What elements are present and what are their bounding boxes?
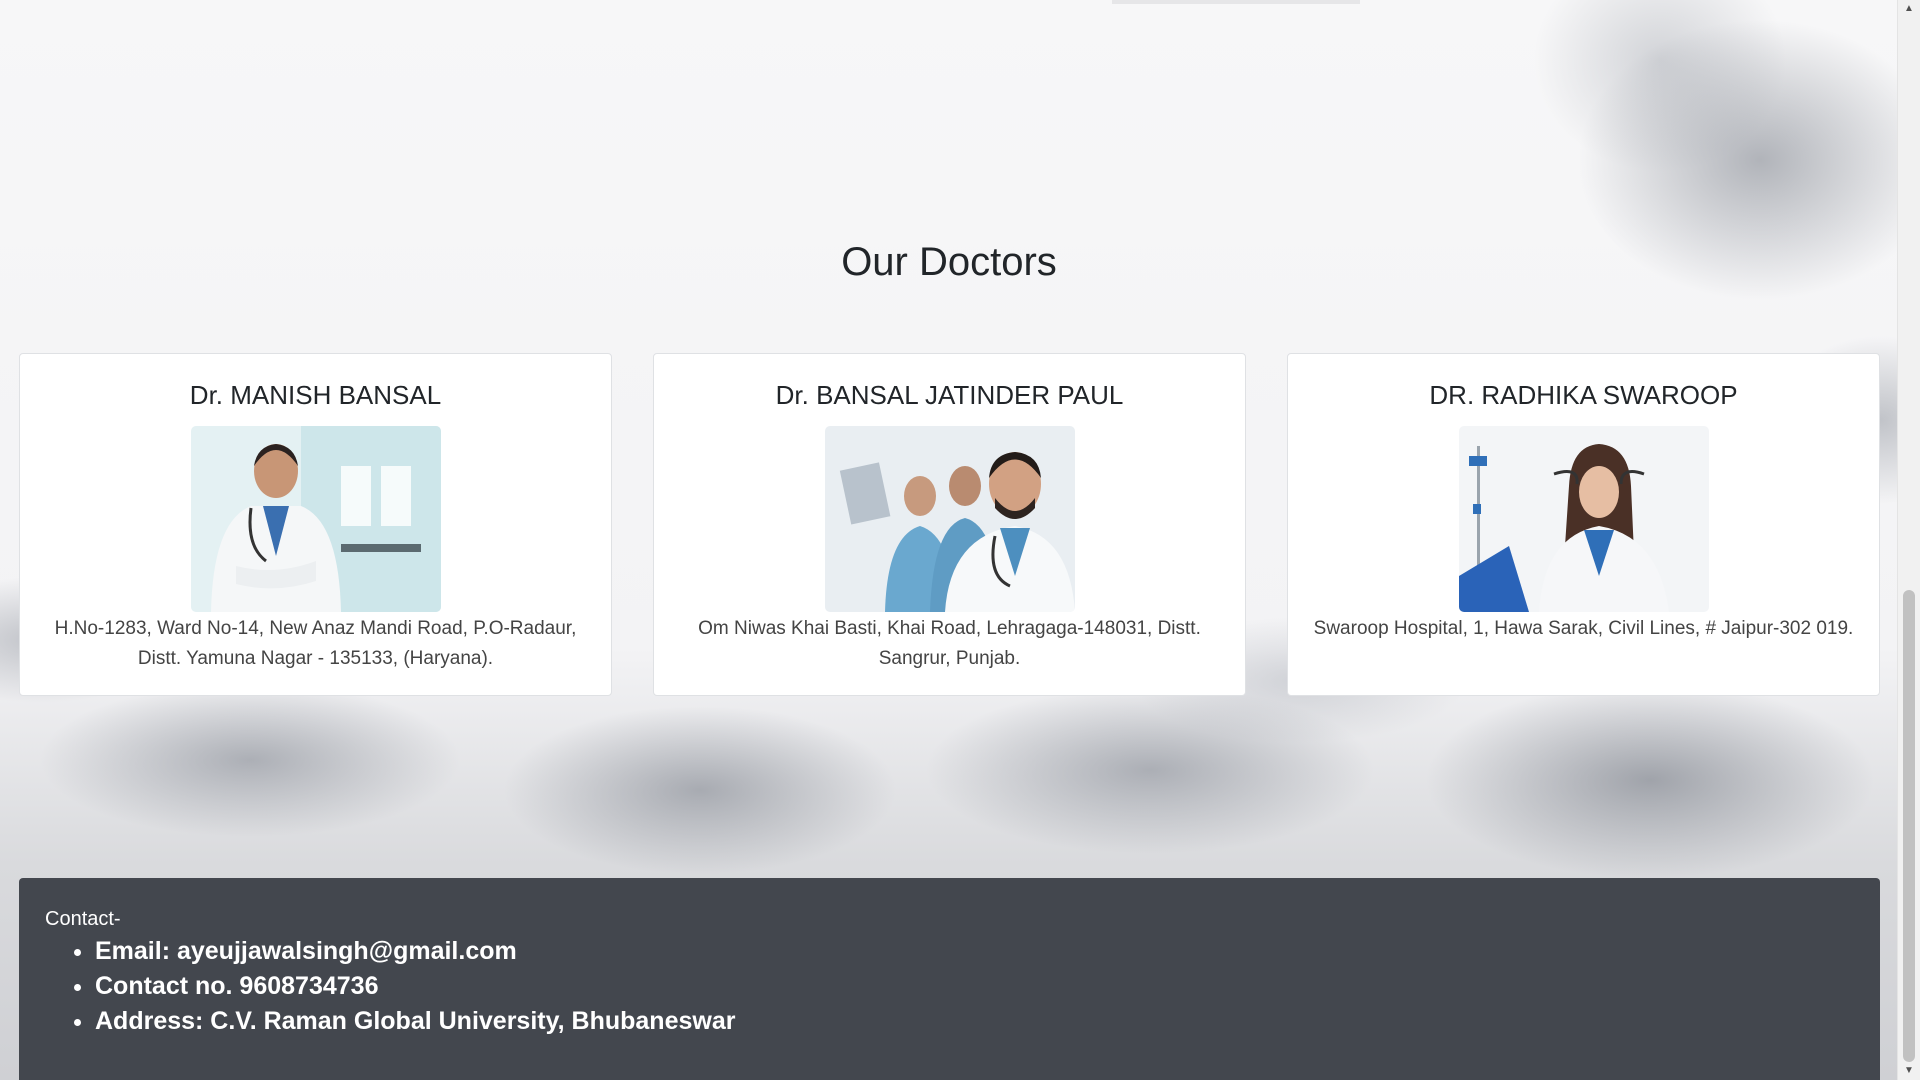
scroll-up-icon[interactable]: ▲	[1898, 0, 1920, 18]
contact-label: Contact-	[45, 908, 121, 930]
doctor-address: H.No-1283, Ward No-14, New Anaz Mandi Ro…	[54, 618, 577, 669]
doctor-photo	[824, 426, 1075, 612]
doctor-name: Dr. MANISH BANSAL	[189, 380, 442, 410]
doctor-name: Dr. BANSAL JATINDER PAUL	[775, 380, 1124, 410]
footer: Contact- Email: ayeujjawalsingh@gmail.co…	[19, 878, 1880, 1080]
doctor-cards: Dr. MANISH BANSAL H.No-1283, Ward No-14,…	[19, 353, 1880, 696]
scroll-down-icon[interactable]: ▼	[1898, 1062, 1920, 1080]
scroll-thumb[interactable]	[1903, 590, 1915, 1062]
contact-email: Email: ayeujjawalsingh@gmail.com	[95, 934, 1854, 969]
vertical-scrollbar[interactable]: ▲ ▼	[1897, 0, 1920, 1080]
doctor-photo	[190, 426, 441, 612]
doctor-address: Om Niwas Khai Basti, Khai Road, Lehragag…	[698, 618, 1201, 669]
doctor-address: Swaroop Hospital, 1, Hawa Sarak, Civil L…	[1313, 618, 1854, 639]
doctor-card: DR. RADHIKA SWAROOP Swaroop Hospital, 1,…	[1287, 353, 1880, 696]
divider	[1112, 0, 1360, 4]
contact-phone: Contact no. 9608734736	[95, 969, 1854, 1004]
doctor-card: Dr. MANISH BANSAL H.No-1283, Ward No-14,…	[19, 353, 612, 696]
doctor-card: Dr. BANSAL JATINDER PAUL Om Niwas Khai B…	[653, 353, 1246, 696]
contact-address: Address: C.V. Raman Global University, B…	[95, 1004, 1854, 1039]
doctor-name: DR. RADHIKA SWAROOP	[1429, 380, 1738, 410]
section-title: Our Doctors	[841, 240, 1057, 284]
contact-list: Email: ayeujjawalsingh@gmail.com Contact…	[45, 934, 1854, 1039]
doctor-photo	[1458, 426, 1709, 612]
